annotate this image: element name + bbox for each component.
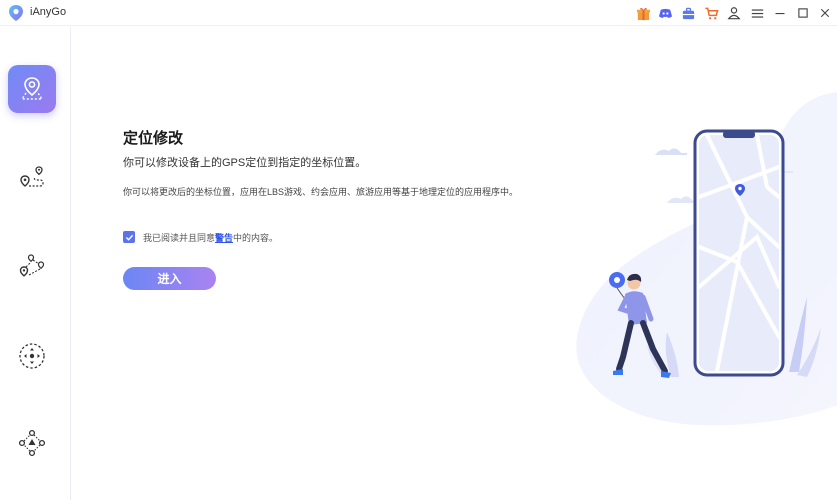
warning-link[interactable]: 警告 xyxy=(215,231,233,244)
check-icon xyxy=(125,234,133,241)
page-subtitle: 你可以修改设备上的GPS定位到指定的坐标位置。 xyxy=(123,157,367,169)
page-description: 你可以将更改后的坐标位置，应用在LBS游戏、约会应用、旅游应用等基于地理定位的应… xyxy=(123,187,519,197)
minimize-icon[interactable] xyxy=(771,4,789,22)
agree-text-suffix: 中的内容。 xyxy=(233,232,279,243)
sidebar-item-gps-import[interactable] xyxy=(8,419,56,467)
account-icon[interactable] xyxy=(725,4,743,22)
multi-spot-route-icon xyxy=(19,254,45,277)
agree-text-prefix: 我已阅读并且同意 xyxy=(143,232,216,243)
app-logo-icon xyxy=(9,5,23,21)
gift-icon[interactable] xyxy=(634,4,652,22)
sidebar-item-multi-spot-mode[interactable] xyxy=(8,244,56,292)
joystick-icon xyxy=(19,343,45,369)
close-icon[interactable] xyxy=(816,4,834,22)
toolbox-icon[interactable] xyxy=(679,4,697,22)
sidebar-item-change-location[interactable] xyxy=(8,65,56,113)
sidebar xyxy=(0,27,71,500)
page-title: 定位修改 xyxy=(123,130,184,147)
directional-move-icon xyxy=(18,429,46,457)
title-bar: iAnyGo xyxy=(0,0,837,26)
discord-icon[interactable] xyxy=(656,4,674,22)
main-content: 定位修改 你可以修改设备上的GPS定位到指定的坐标位置。 你可以将更改后的坐标位… xyxy=(72,27,837,500)
cart-icon[interactable] xyxy=(702,4,720,22)
phone-map-illustration xyxy=(576,92,837,426)
two-spot-route-icon xyxy=(20,166,44,187)
agreement-row: 我已阅读并且同意 警告 中的内容。 xyxy=(123,230,278,244)
maximize-icon[interactable] xyxy=(794,4,812,22)
sidebar-item-joystick-mode[interactable] xyxy=(8,332,56,380)
location-pin-icon xyxy=(20,77,44,100)
app-title: iAnyGo xyxy=(30,6,67,18)
menu-icon[interactable] xyxy=(748,4,766,22)
enter-button[interactable]: 进入 xyxy=(123,267,216,290)
sidebar-item-two-spot-mode[interactable] xyxy=(8,154,56,202)
agree-checkbox[interactable] xyxy=(123,231,135,243)
